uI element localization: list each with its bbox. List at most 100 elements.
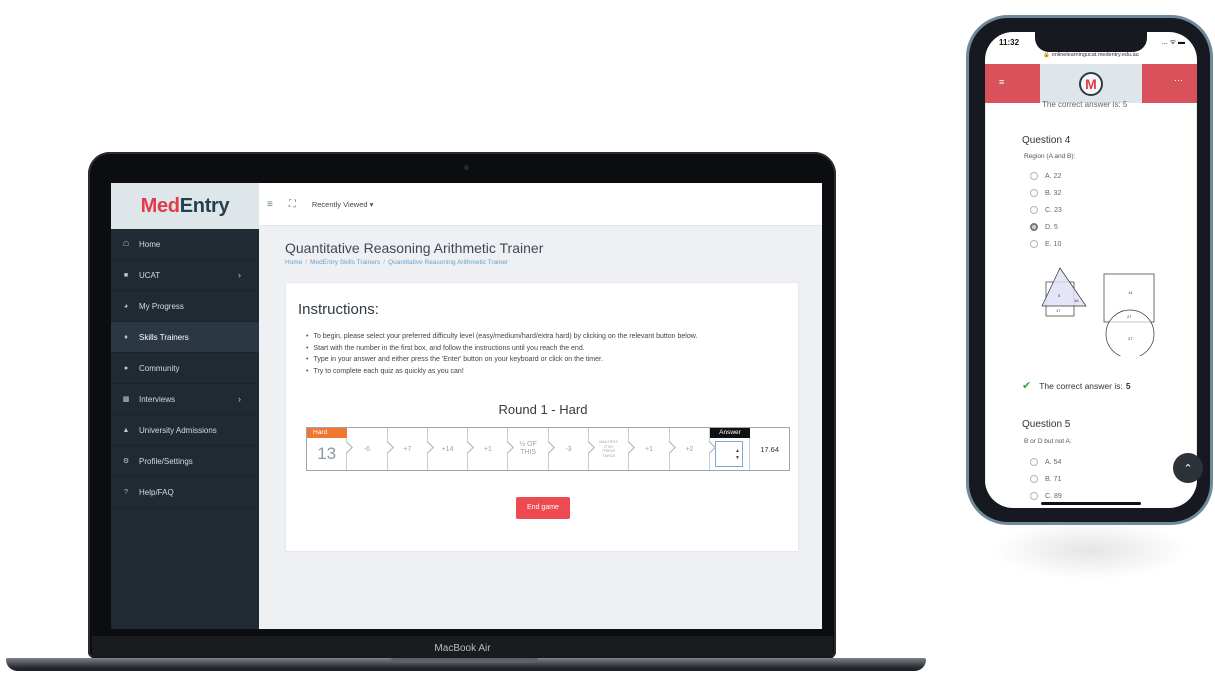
phone-screen: 11:32 ... ᯤ ▬ 🔒 onlinelearningucat.meden… (985, 32, 1197, 508)
page-title: Quantitative Reasoning Arithmetic Traine… (285, 240, 544, 256)
option-b[interactable]: B. 71 (1030, 475, 1061, 483)
scroll-to-top-button[interactable]: ⌃ (1173, 453, 1203, 483)
end-game-button[interactable]: End game (516, 497, 570, 519)
option-label: D. 5 (1045, 223, 1058, 231)
sidebar-item-my-progress[interactable]: ◕ My Progress (111, 291, 259, 322)
radio-button-selected[interactable] (1030, 223, 1038, 231)
trainer-card: Instructions: To begin, please select yo… (285, 282, 799, 552)
radio-button[interactable] (1030, 492, 1038, 500)
option-label: B. 32 (1045, 189, 1062, 197)
question-icon: ? (124, 488, 128, 496)
step-cell: MULTIPLY IT BY ITSELF TWICE (589, 428, 636, 470)
status-time: 11:32 (999, 38, 1020, 47)
sidebar-item-home[interactable]: ☖ Home (111, 229, 259, 260)
more-options-icon[interactable]: ⋯ (1174, 75, 1183, 86)
option-a[interactable]: A. 54 (1030, 458, 1061, 466)
fullscreen-icon[interactable]: ⛶ (289, 199, 296, 210)
interview-icon: ▩ (122, 396, 130, 403)
sidebar-item-interviews[interactable]: ▩ Interviews › (111, 384, 259, 415)
chevron-right-icon: › (238, 270, 241, 280)
sidebar-item-skills-trainers[interactable]: ♦ Skills Trainers (111, 322, 259, 353)
step-operation: MULTIPLY IT BY ITSELF TWICE (599, 439, 619, 458)
option-c[interactable]: C. 89 (1030, 492, 1062, 500)
correct-answer-note: ✔ The correct answer is: 5 (1022, 379, 1131, 392)
sidebar-item-university-admissions[interactable]: ▲ University Admissions (111, 415, 259, 446)
instruction-item: To begin, please select your preferred d… (306, 331, 796, 343)
status-icons: ... ᯤ ▬ (1161, 39, 1185, 46)
step-cell: +1 (468, 428, 515, 470)
option-label: A. 54 (1045, 458, 1062, 466)
home-indicator (1041, 502, 1141, 505)
sidebar-item-label: University Admissions (139, 425, 217, 435)
radio-button[interactable] (1030, 458, 1038, 466)
step-operation: +1 (645, 445, 654, 453)
option-b[interactable]: B. 32 (1030, 189, 1061, 197)
phone-notch (1035, 32, 1147, 52)
sidebar-item-label: Community (139, 363, 180, 373)
step-operation: ½ OF THIS (519, 441, 537, 456)
sidebar-item-label: Home (139, 239, 161, 249)
option-d[interactable]: D. 5 (1030, 223, 1058, 231)
logo-box[interactable]: MedEntry (111, 183, 259, 229)
sidebar-item-help-faq[interactable]: ? Help/FAQ (111, 477, 259, 508)
topbar: ≡ ⛶ Recently Viewed ▾ (259, 183, 822, 226)
radio-button[interactable] (1030, 475, 1038, 483)
question-4-prompt: Region (A and B): (1024, 153, 1076, 160)
option-e[interactable]: E. 10 (1030, 240, 1061, 248)
app-logo-box[interactable]: M (1040, 64, 1142, 103)
grid-icon: ■ (123, 271, 129, 279)
breadcrumb-home[interactable]: Home (285, 259, 302, 266)
instructions-title: Instructions: (298, 301, 379, 318)
laptop-camera (464, 165, 469, 170)
breadcrumb-skills-trainers[interactable]: MedEntry Skills Trainers (310, 259, 380, 266)
hamburger-menu-icon[interactable]: ≡ (999, 77, 1004, 87)
laptop-opening-notch (391, 658, 538, 663)
app-header: ≡ M ⋯ (985, 64, 1197, 103)
instruction-item: Try to complete each quiz as quickly as … (306, 366, 796, 378)
step-operation: -6 (363, 445, 371, 453)
radio-button[interactable] (1030, 240, 1038, 248)
url-bar[interactable]: 🔒 onlinelearningucat.medentry.edu.au (985, 52, 1197, 64)
step-cell: +7 (388, 428, 434, 470)
answer-label: Answer (709, 428, 750, 438)
instructions-list: To begin, please select your preferred d… (306, 331, 796, 377)
start-number: 13 (317, 443, 337, 463)
sidebar-item-label: Skills Trainers (139, 332, 189, 342)
timer[interactable]: 17.64 (750, 428, 789, 470)
sidebar-item-label: UCAT (139, 270, 161, 280)
option-a[interactable]: A. 22 (1030, 172, 1061, 180)
checkmark-icon: ✔ (1022, 380, 1032, 392)
previous-answer-cutoff: The correct answer is: 5 (1042, 100, 1128, 109)
correct-answer-label: The correct answer is: (1039, 380, 1123, 391)
option-c[interactable]: C. 23 (1030, 206, 1062, 214)
arithmetic-chain: Hard 13 -6 +7 +14 +1 ½ OF THIS -3 MULTIP… (306, 427, 790, 471)
radio-button[interactable] (1030, 206, 1038, 214)
step-cell: +2 (670, 428, 716, 470)
answer-input[interactable]: ▲ ▼ (714, 441, 743, 467)
sidebar-item-community[interactable]: ● Community (111, 353, 259, 384)
sidebar-item-ucat[interactable]: ■ UCAT › (111, 260, 259, 291)
step-operation: -3 (565, 445, 572, 453)
breadcrumb-separator: / (383, 259, 386, 266)
main-content: Quantitative Reasoning Arithmetic Traine… (259, 226, 822, 629)
venn-value: 14 (1128, 290, 1133, 295)
instruction-item: Start with the number in the first box, … (306, 343, 796, 355)
option-label: C. 89 (1045, 492, 1062, 500)
sidebar-item-profile-settings[interactable]: ⚙ Profile/Settings (111, 446, 259, 477)
radio-button[interactable] (1030, 189, 1038, 197)
step-cell: -6 (347, 428, 394, 470)
venn-value: 27 (1127, 314, 1132, 319)
recently-viewed-dropdown[interactable]: Recently Viewed ▾ (312, 200, 374, 209)
sidebar-item-label: My Progress (139, 301, 184, 311)
hamburger-menu-icon[interactable]: ≡ (267, 199, 273, 210)
venn-diagram: 5 14 17 27 16 27 (1041, 267, 1155, 356)
venn-value: 16 (1074, 298, 1079, 303)
step-cell: +1 (629, 428, 676, 470)
chat-icon: ● (123, 364, 129, 372)
number-spinner-icon[interactable]: ▲ ▼ (735, 448, 740, 462)
university-icon: ▲ (122, 426, 130, 434)
step-cell: +14 (428, 428, 475, 470)
question-4-title: Question 4 (1022, 135, 1071, 146)
radio-button[interactable] (1030, 172, 1038, 180)
sidebar: MedEntry ☖ Home ■ UCAT › ◕ My Progress ♦ Skil… (111, 183, 259, 629)
